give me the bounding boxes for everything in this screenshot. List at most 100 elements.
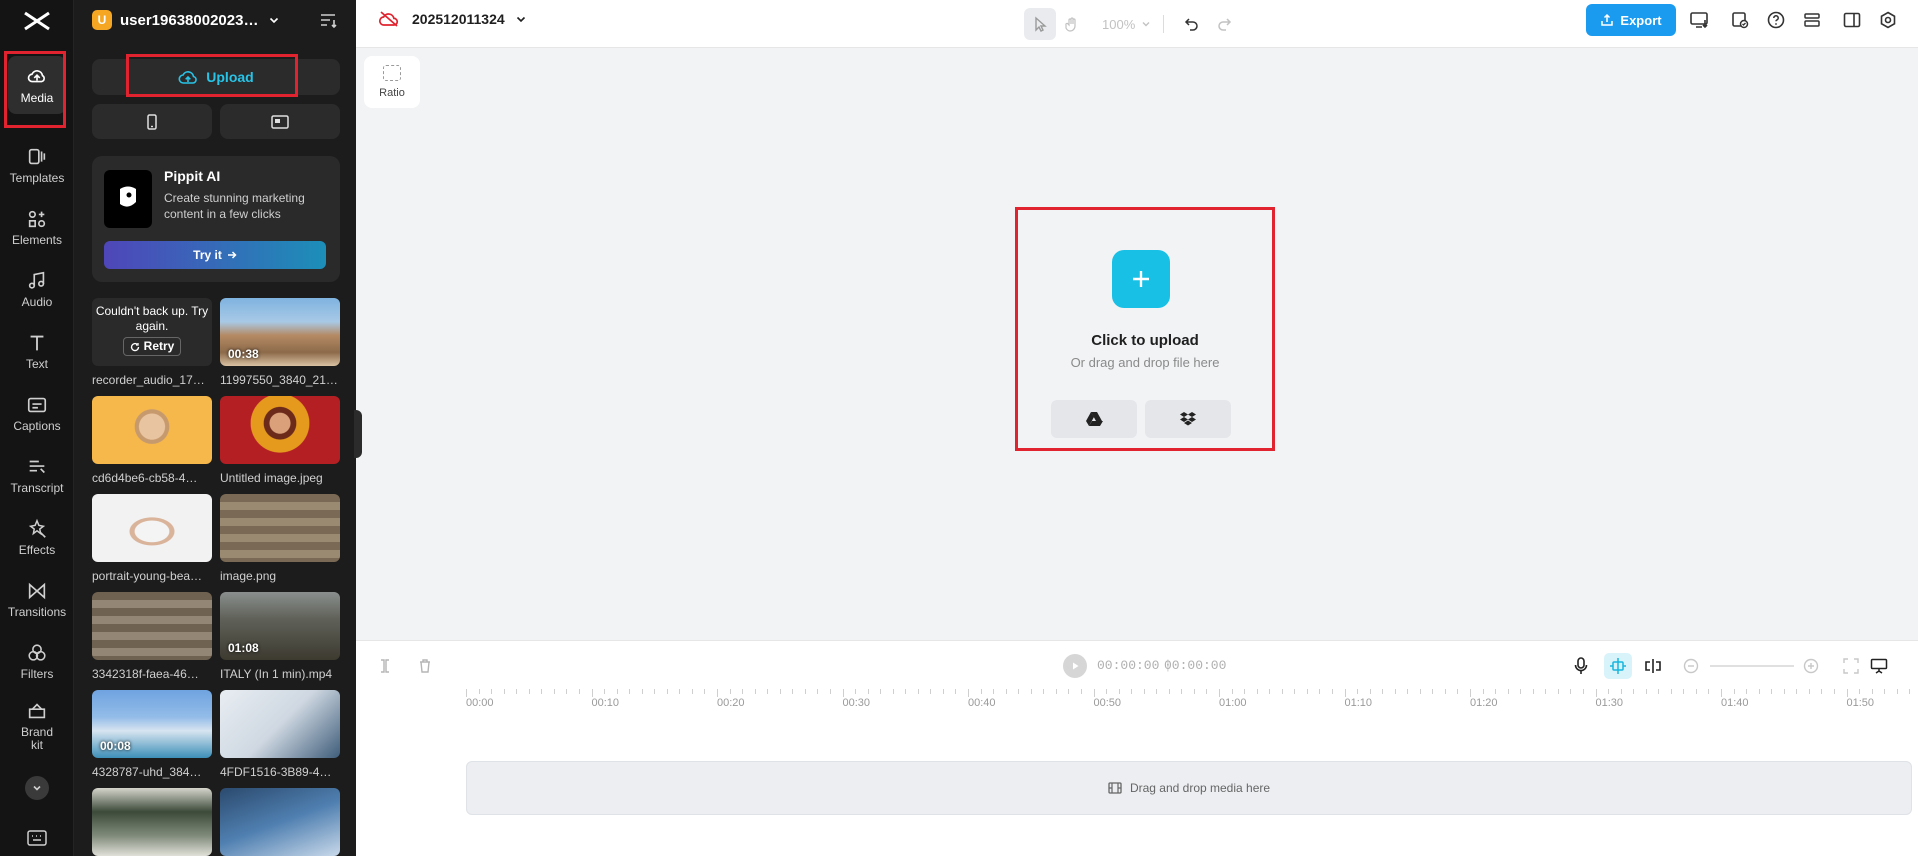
toggle-panel-button[interactable]: [1840, 8, 1864, 32]
media-item[interactable]: cd6d4be6-cb58-4…: [92, 396, 212, 485]
audio-icon: [28, 271, 45, 289]
panel-collapse-handle[interactable]: [354, 410, 362, 458]
play-icon: [1073, 662, 1079, 670]
media-item[interactable]: [92, 788, 212, 856]
play-button[interactable]: [1063, 654, 1087, 678]
export-icon: [1601, 13, 1614, 26]
project-title-menu[interactable]: 202512011324: [378, 10, 527, 28]
ruler-minor-tick: [1181, 689, 1183, 694]
pippit-logo: [104, 170, 152, 228]
undo-button[interactable]: [1176, 8, 1208, 40]
ruler-minor-tick: [993, 689, 995, 694]
more-tools-button[interactable]: [25, 776, 49, 800]
timeline-zoom-slider[interactable]: [1710, 665, 1794, 667]
record-screen-button[interactable]: [220, 104, 340, 139]
sidebar-item-elements[interactable]: Elements: [8, 198, 66, 256]
backup-error-text: Couldn't back up. Try again.: [95, 304, 209, 333]
settings-button[interactable]: [1876, 8, 1900, 32]
present-button[interactable]: [1688, 8, 1712, 32]
split-button[interactable]: [374, 655, 396, 677]
split-view-icon: [1843, 12, 1861, 28]
ruler-minor-tick: [742, 689, 744, 694]
sidebar-item-effects[interactable]: Effects: [8, 508, 66, 566]
promo-title: Pippit AI: [164, 168, 221, 184]
sidebar-item-transcript[interactable]: Transcript: [8, 446, 66, 504]
media-item[interactable]: Couldn't back up. Try again. Retry recor…: [92, 298, 212, 387]
sidebar-item-transitions[interactable]: Transitions: [8, 570, 66, 628]
phone-upload-button[interactable]: [92, 104, 212, 139]
layers-button[interactable]: [1800, 8, 1824, 32]
sidebar-item-text[interactable]: Text: [8, 322, 66, 380]
ruler-minor-tick: [691, 689, 693, 694]
ruler-tick-label: 00:20: [717, 697, 745, 709]
ruler-tick-label: 00:40: [968, 697, 996, 709]
media-item[interactable]: image.png: [220, 494, 340, 583]
ruler-minor-tick: [1018, 689, 1020, 694]
timeline-ruler[interactable]: 00:00 00:10 00:20 00:30 00:40 00:50 01:00 01:10…: [466, 689, 1916, 719]
dropbox-button[interactable]: [1145, 400, 1231, 438]
keyboard-shortcuts-icon[interactable]: [27, 830, 47, 846]
sort-icon[interactable]: [318, 10, 338, 30]
ruler-tick-label: 01:40: [1721, 697, 1749, 709]
media-item[interactable]: portrait-young-bea…: [92, 494, 212, 583]
select-tool-button[interactable]: [1024, 8, 1056, 40]
review-button[interactable]: [1728, 8, 1752, 32]
sidebar-item-label: Transcript: [10, 480, 64, 495]
split-track-button[interactable]: [1642, 655, 1664, 677]
record-voice-button[interactable]: [1570, 655, 1592, 677]
sidebar-item-label: Templates: [9, 170, 65, 185]
ruler-minor-tick: [704, 689, 706, 694]
capcut-logo-icon: [24, 11, 50, 31]
media-item[interactable]: 00:38 11997550_3840_21…: [220, 298, 340, 387]
media-item[interactable]: 4FDF1516-3B89-4…: [220, 690, 340, 779]
ruler-minor-tick: [1695, 689, 1697, 694]
ruler-minor-tick: [541, 689, 543, 694]
ruler-minor-tick: [654, 689, 656, 694]
add-media-button[interactable]: [1112, 250, 1170, 308]
upload-button[interactable]: Upload: [92, 59, 340, 95]
zoom-out-button[interactable]: [1680, 655, 1702, 677]
google-drive-button[interactable]: [1051, 400, 1137, 438]
sidebar-item-templates[interactable]: Templates: [8, 136, 66, 194]
refresh-icon: [130, 342, 139, 351]
ruler-minor-tick: [1520, 689, 1522, 694]
help-button[interactable]: [1764, 8, 1788, 32]
zoom-dropdown[interactable]: 100%: [1102, 17, 1151, 32]
sidebar-item-media[interactable]: Media: [8, 56, 66, 114]
sidebar-item-filters[interactable]: Filters: [8, 632, 66, 690]
try-it-button[interactable]: Try it: [104, 241, 326, 269]
zoom-in-button[interactable]: [1800, 655, 1822, 677]
top-bar: 202512011324 100% Export: [356, 0, 1918, 48]
export-button[interactable]: Export: [1586, 4, 1676, 36]
media-name: portrait-young-bea…: [92, 569, 203, 583]
media-duration: 00:38: [228, 347, 259, 361]
media-item[interactable]: 3342318f-faea-46…: [92, 592, 212, 681]
sidebar-item-captions[interactable]: Captions: [8, 384, 66, 442]
media-track-dropzone[interactable]: Drag and drop media here: [466, 761, 1912, 815]
upload-dropzone[interactable]: Click to upload Or drag and drop file he…: [1015, 207, 1275, 451]
sidebar-item-brand-kit[interactable]: Brand kit: [8, 694, 66, 758]
account-switcher[interactable]: U user19638002023…: [92, 9, 280, 31]
captions-icon: [27, 397, 47, 412]
auto-snap-button[interactable]: [1604, 653, 1632, 679]
retry-button[interactable]: Retry: [122, 337, 182, 356]
media-item[interactable]: Untitled image.jpeg: [220, 396, 340, 485]
ruler-minor-tick: [955, 689, 957, 694]
ruler-minor-tick: [867, 689, 869, 694]
media-item[interactable]: [220, 788, 340, 856]
ruler-minor-tick: [1808, 689, 1810, 694]
media-item[interactable]: 00:08 4328787-uhd_384…: [92, 690, 212, 779]
fit-timeline-button[interactable]: [1840, 655, 1862, 677]
project-name: 202512011324: [412, 11, 505, 27]
ratio-button[interactable]: Ratio: [364, 56, 420, 108]
ruler-minor-tick: [666, 689, 668, 694]
redo-button[interactable]: [1208, 8, 1240, 40]
sidebar-item-audio[interactable]: Audio: [8, 260, 66, 318]
preview-mode-button[interactable]: [1868, 655, 1890, 677]
arrow-right-icon: [227, 251, 237, 259]
media-item[interactable]: 01:08 ITALY (In 1 min).mp4: [220, 592, 340, 681]
hand-tool-button[interactable]: [1056, 8, 1088, 40]
delete-button[interactable]: [414, 655, 436, 677]
ruler-minor-tick: [1833, 689, 1835, 694]
microphone-icon: [1574, 657, 1588, 674]
